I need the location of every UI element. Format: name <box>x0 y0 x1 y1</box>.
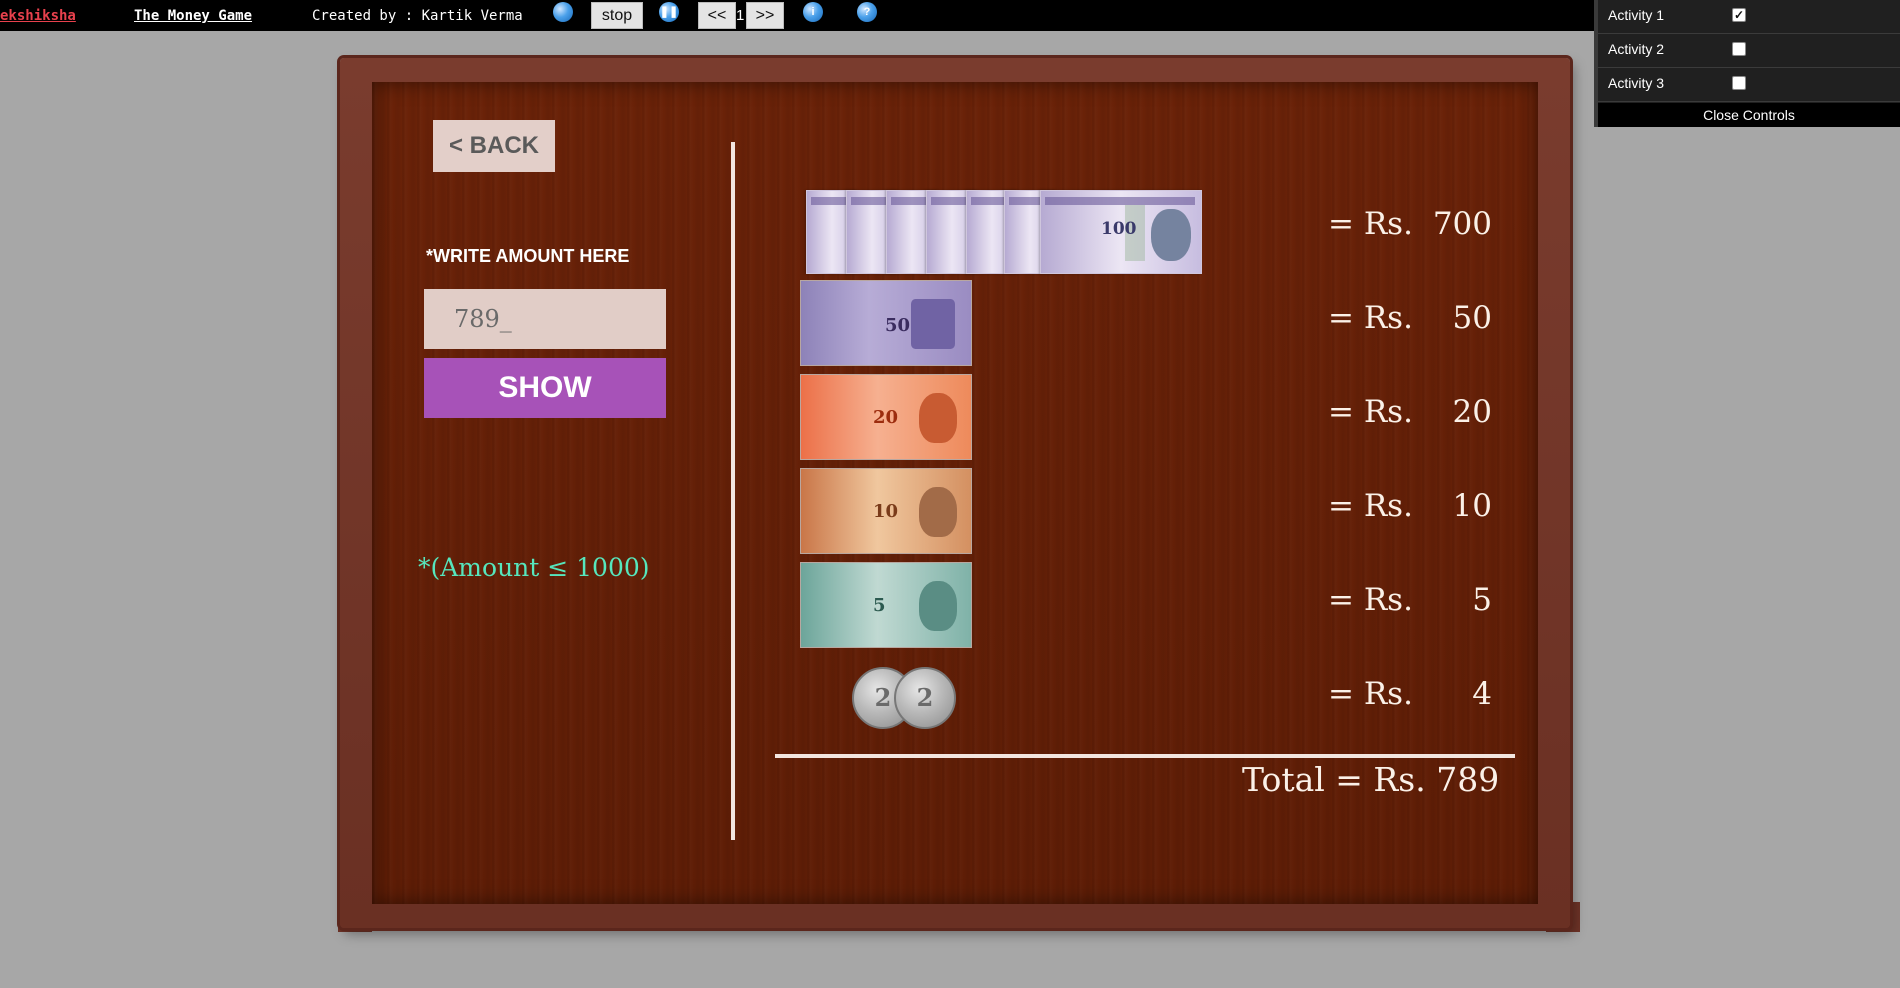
activity-2-checkbox[interactable] <box>1732 42 1746 56</box>
activity-3-checkbox[interactable] <box>1732 76 1746 90</box>
credit-text: Created by : Kartik Verma <box>312 8 523 24</box>
note-100-icon: 100 <box>1040 190 1202 274</box>
activity-row-1[interactable]: Activity 1 ✓ <box>1598 0 1900 34</box>
activity-label: Activity 2 <box>1608 41 1665 57</box>
amount-line: = Rs. 700 <box>1328 206 1492 242</box>
game-title-link[interactable]: The Money Game <box>134 8 252 24</box>
amount-line: = Rs. 10 <box>1328 488 1492 524</box>
amount-limit-note: *(Amount ≤ 1000) <box>418 553 650 582</box>
stop-button[interactable]: stop <box>591 2 643 29</box>
amount-line: = Rs. 20 <box>1328 394 1492 430</box>
next-button[interactable]: >> <box>746 2 784 29</box>
write-amount-label: *WRITE AMOUNT HERE <box>426 246 630 266</box>
back-button[interactable]: < BACK <box>433 120 555 172</box>
prev-button[interactable]: << <box>698 2 736 29</box>
help-icon[interactable]: ? <box>857 2 877 22</box>
total-rule <box>775 754 1515 758</box>
amount-line: = Rs. 4 <box>1328 676 1492 712</box>
activity-row-3[interactable]: Activity 3 <box>1598 68 1900 102</box>
vertical-divider <box>731 142 735 840</box>
pause-icon[interactable]: ❚❚ <box>659 2 679 22</box>
note-5-icon: 5 <box>800 562 972 648</box>
activity-label: Activity 1 <box>1608 7 1665 23</box>
total-amount: Total = Rs. 789 <box>1242 760 1499 799</box>
page-number: 1 <box>736 7 745 24</box>
total-value: 789 <box>1436 760 1500 799</box>
controls-panel: Activity 1 ✓ Activity 2 Activity 3 Close… <box>1594 0 1900 127</box>
note-10-icon: 10 <box>800 468 972 554</box>
show-button[interactable]: SHOW <box>424 358 666 418</box>
activity-row-2[interactable]: Activity 2 <box>1598 34 1900 68</box>
note-50-icon: 50 <box>800 280 972 366</box>
amount-line: = Rs. 5 <box>1328 582 1492 618</box>
info-icon[interactable]: i <box>803 2 823 22</box>
brand-link[interactable]: ekshiksha <box>0 8 76 24</box>
note-20-icon: 20 <box>800 374 972 460</box>
amount-input[interactable] <box>424 289 666 349</box>
play-circle-icon[interactable] <box>553 2 573 22</box>
close-controls-button[interactable]: Close Controls <box>1598 103 1900 127</box>
coin-2-icon: 2 <box>894 667 956 729</box>
activity-label: Activity 3 <box>1608 75 1665 91</box>
amount-line: = Rs. 50 <box>1328 300 1492 336</box>
activity-1-checkbox[interactable]: ✓ <box>1732 8 1746 22</box>
total-prefix: Total = Rs. <box>1242 760 1426 799</box>
